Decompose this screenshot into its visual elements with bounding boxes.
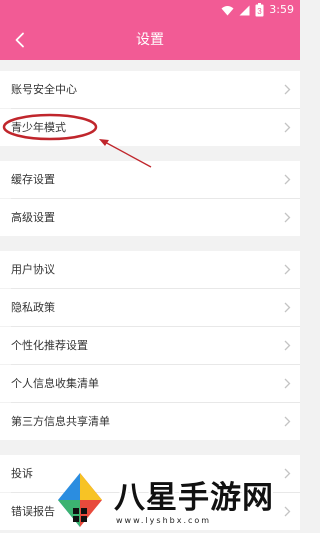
settings-item-error-report[interactable]: 错误报告 [0,493,300,530]
page-title: 设置 [136,32,164,48]
status-bar: 3 3:59 [0,0,300,20]
chevron-right-icon [284,340,291,351]
settings-item-advanced[interactable]: 高级设置 [0,199,300,236]
status-icons: 3 3:59 [221,3,294,17]
chevron-right-icon [284,506,291,517]
settings-item-label: 错误报告 [11,505,55,518]
chevron-right-icon [284,378,291,389]
chevron-right-icon [284,416,291,427]
wifi-icon [221,5,234,15]
settings-item-label: 高级设置 [11,211,55,224]
settings-item-label: 青少年模式 [11,121,66,134]
chevron-right-icon [284,468,291,479]
battery-icon: 3 [255,3,264,17]
settings-item-label: 账号安全中心 [11,83,77,96]
settings-item-label: 个人信息收集清单 [11,377,99,390]
settings-item-user-agreement[interactable]: 用户协议 [0,251,300,288]
status-time: 3:59 [269,3,294,16]
settings-item-cache[interactable]: 缓存设置 [0,161,300,198]
settings-item-label: 个性化推荐设置 [11,339,88,352]
settings-item-label: 第三方信息共享清单 [11,415,110,428]
chevron-right-icon [284,174,291,185]
settings-item-privacy-policy[interactable]: 隐私政策 [0,289,300,326]
signal-icon [239,5,250,15]
settings-item-account-security[interactable]: 账号安全中心 [0,71,300,108]
battery-level: 3 [258,7,263,16]
settings-item-label: 缓存设置 [11,173,55,186]
settings-item-teen-mode[interactable]: 青少年模式 [0,109,300,146]
chevron-right-icon [284,122,291,133]
settings-item-label: 投诉 [11,467,33,480]
settings-item-personal-info-list[interactable]: 个人信息收集清单 [0,365,300,402]
settings-item-third-party-sharing[interactable]: 第三方信息共享清单 [0,403,300,440]
chevron-right-icon [284,212,291,223]
nav-bar: 设置 [0,20,300,60]
settings-item-complaint[interactable]: 投诉 [0,455,300,492]
chevron-right-icon [284,302,291,313]
settings-item-label: 用户协议 [11,263,55,276]
settings-item-personalized-recommendation[interactable]: 个性化推荐设置 [0,327,300,364]
chevron-right-icon [284,264,291,275]
settings-item-label: 隐私政策 [11,301,55,314]
chevron-right-icon [284,84,291,95]
